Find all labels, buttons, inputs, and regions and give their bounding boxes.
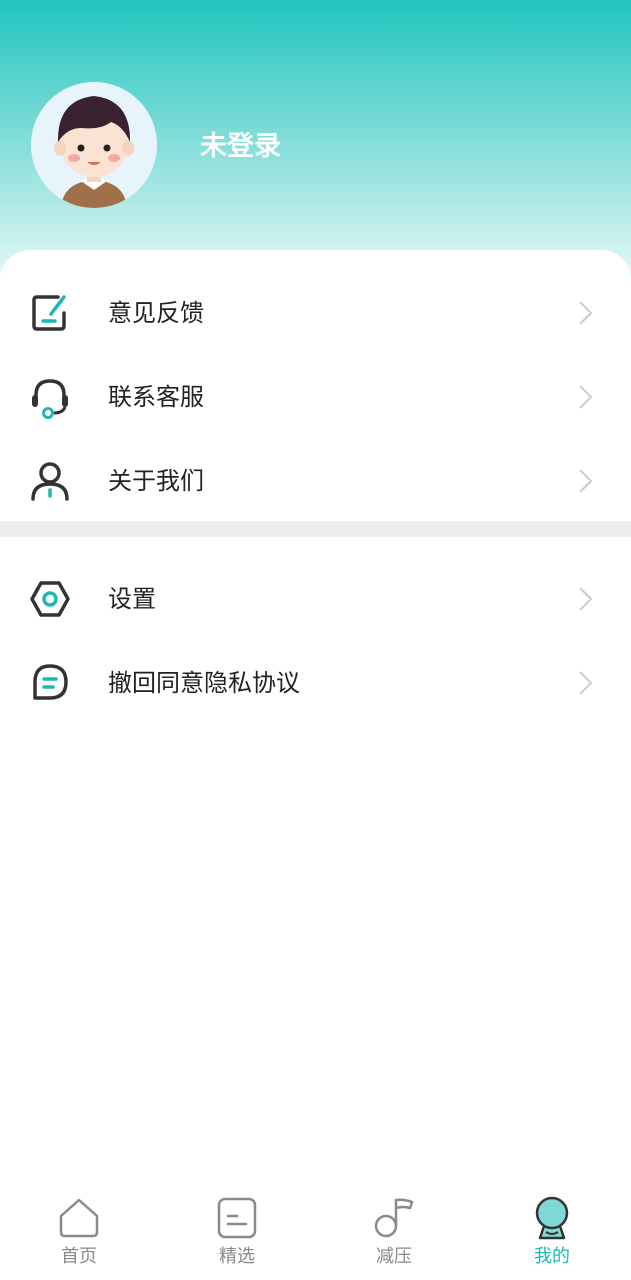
menu-item-label: 联系客服: [108, 383, 204, 411]
menu-item-label: 关于我们: [108, 467, 204, 495]
chevron-right-icon: [575, 467, 597, 495]
avatar[interactable]: [31, 82, 157, 208]
menu-item-label: 意见反馈: [108, 299, 204, 327]
menu-item-about-us[interactable]: 关于我们: [0, 439, 631, 523]
section-divider: [0, 521, 631, 537]
profile-icon: [530, 1196, 574, 1240]
menu-item-feedback[interactable]: 意见反馈: [0, 271, 631, 355]
username[interactable]: 未登录: [200, 124, 281, 163]
feedback-edit-icon: [28, 291, 72, 335]
tab-label: 减压: [376, 1246, 412, 1267]
menu-item-label: 设置: [108, 585, 156, 613]
bottom-tab-bar: 首页 精选 减压 我的: [0, 1180, 631, 1280]
tab-label: 我的: [534, 1246, 570, 1267]
boy-avatar-icon: [31, 82, 157, 208]
chevron-right-icon: [575, 383, 597, 411]
music-note-icon: [372, 1196, 416, 1240]
gear-hexagon-icon: [28, 577, 72, 621]
chat-bubble-icon: [28, 661, 72, 705]
tab-home[interactable]: 首页: [29, 1180, 129, 1280]
menu-item-customer-service[interactable]: 联系客服: [0, 355, 631, 439]
tab-mine[interactable]: 我的: [502, 1180, 602, 1280]
menu-item-settings[interactable]: 设置: [0, 557, 631, 641]
tab-label: 精选: [219, 1246, 255, 1267]
tab-featured[interactable]: 精选: [187, 1180, 287, 1280]
tab-relax[interactable]: 减压: [344, 1180, 444, 1280]
home-icon: [57, 1196, 101, 1240]
chevron-right-icon: [575, 585, 597, 613]
headset-icon: [28, 375, 72, 419]
tab-label: 首页: [61, 1246, 97, 1267]
chevron-right-icon: [575, 299, 597, 327]
menu-item-revoke-privacy[interactable]: 撤回同意隐私协议: [0, 641, 631, 725]
menu-item-label: 撤回同意隐私协议: [108, 669, 300, 697]
chevron-right-icon: [575, 669, 597, 697]
user-icon: [28, 459, 72, 503]
list-box-icon: [215, 1196, 259, 1240]
